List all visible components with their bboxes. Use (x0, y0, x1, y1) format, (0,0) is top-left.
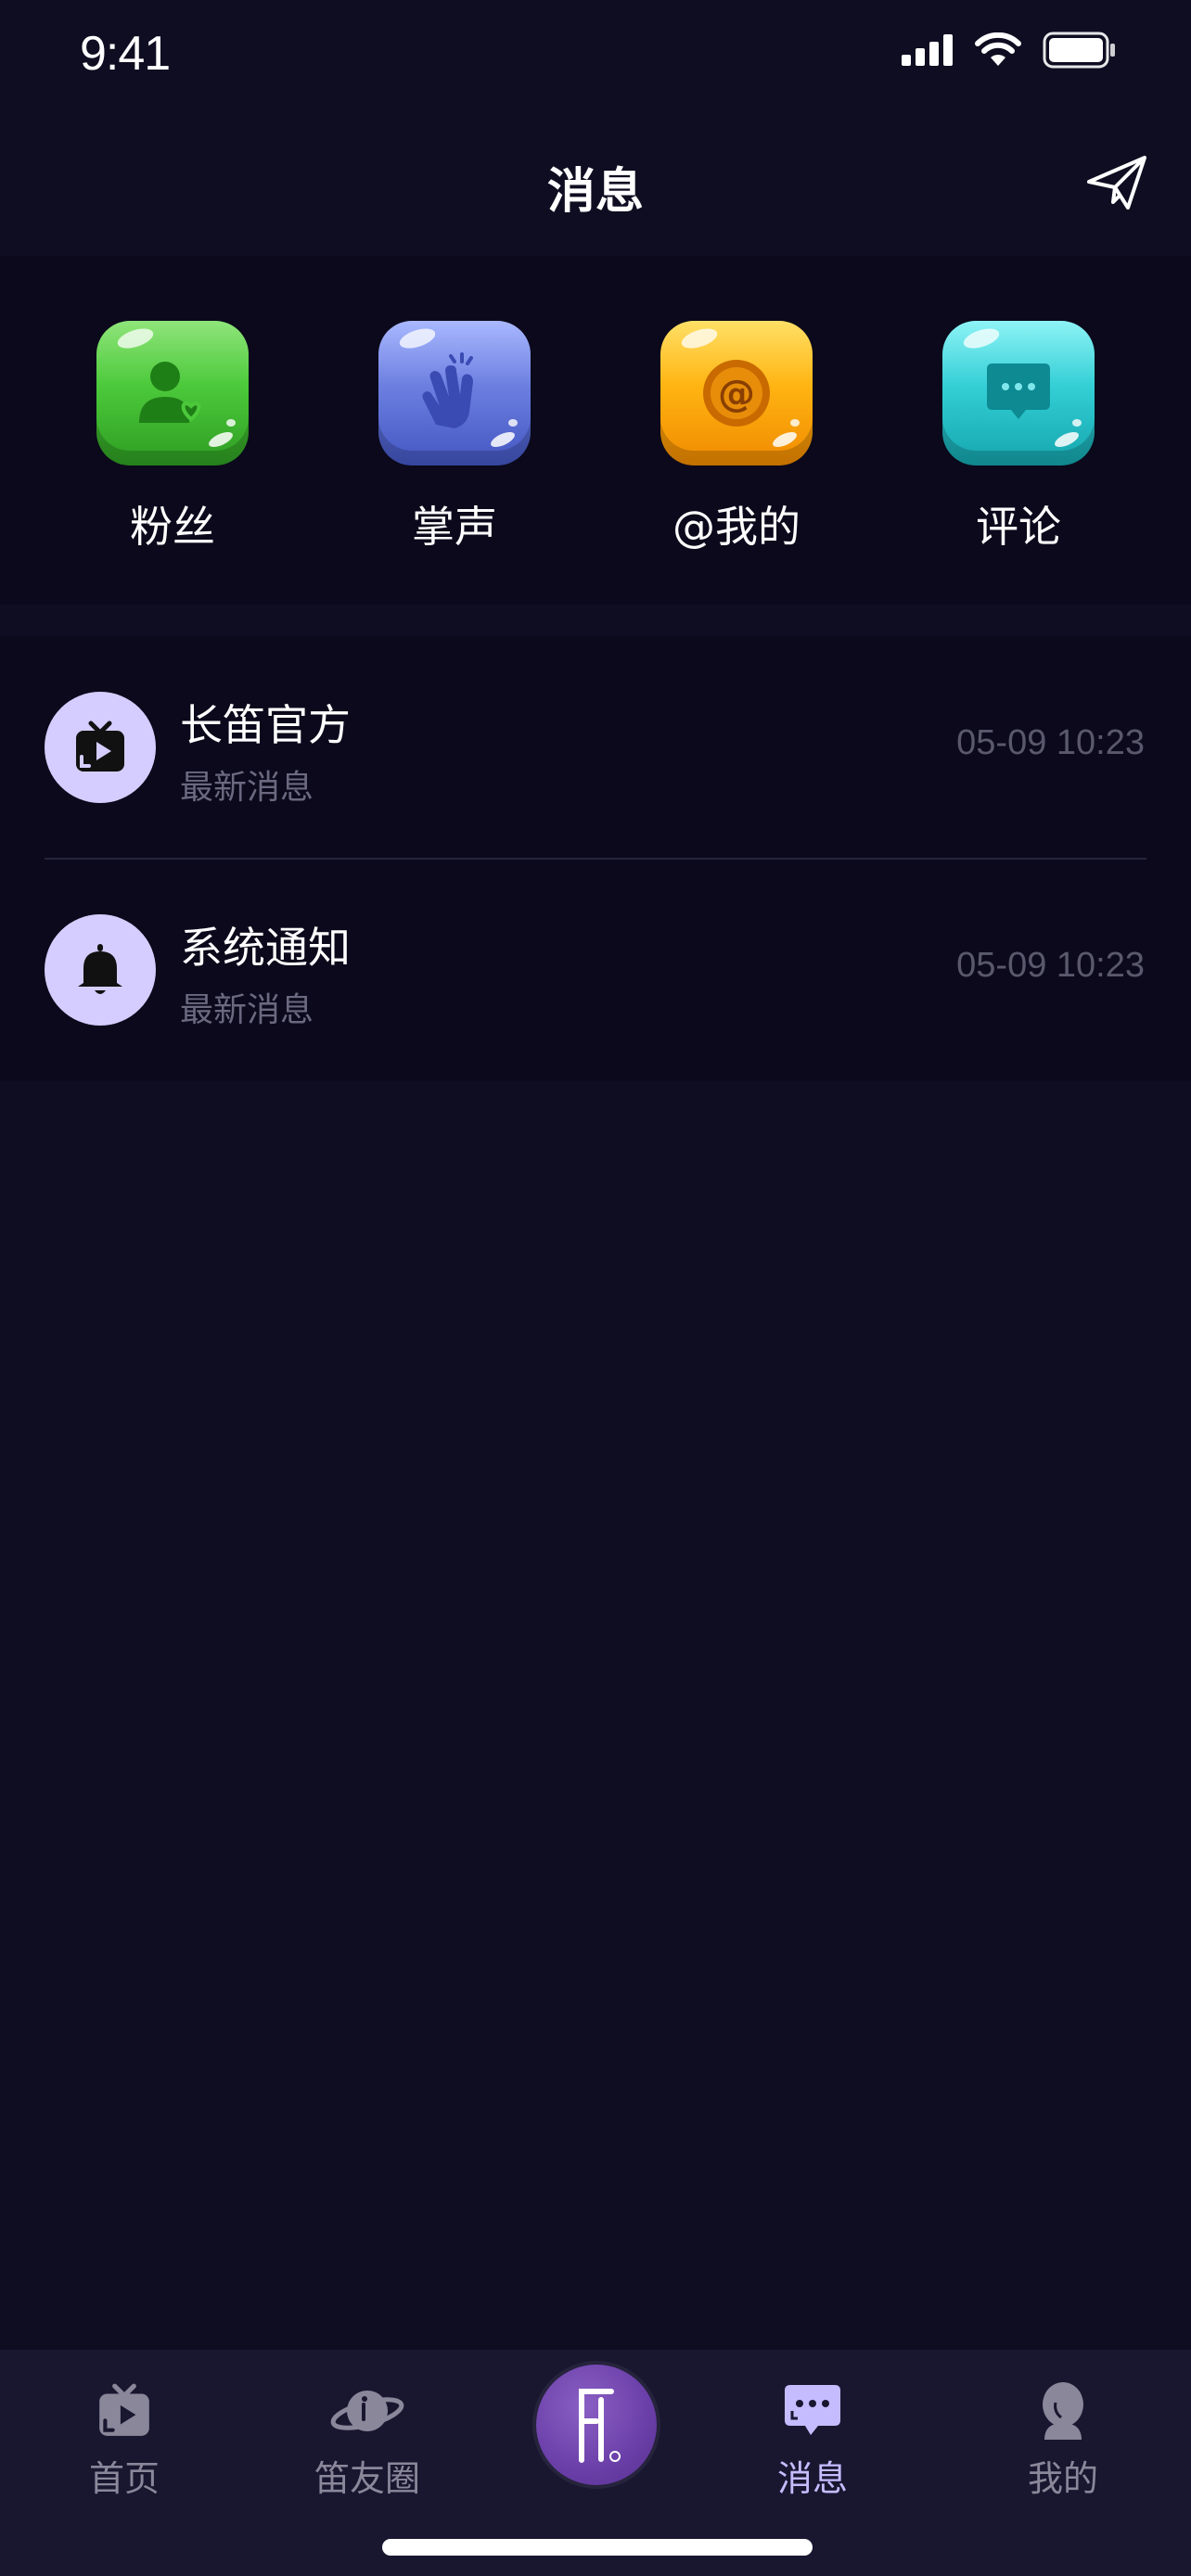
clap-icon (378, 321, 531, 465)
battery-icon (1043, 32, 1115, 69)
category-shortcuts: 粉丝 掌声 @ @我的 评论 (0, 256, 1191, 605)
tab-home[interactable]: 首页 (32, 2378, 217, 2501)
status-time: 9:41 (80, 27, 171, 81)
category-label: 粉丝 (130, 502, 215, 552)
category-label: 评论 (976, 502, 1061, 552)
list-item[interactable]: 系统通知 最新消息 05-09 10:23 (0, 859, 1191, 1081)
category-clap[interactable]: 掌声 (343, 321, 566, 555)
tv-icon (99, 2383, 149, 2436)
profile-icon (1043, 2382, 1083, 2440)
send-button[interactable] (1085, 150, 1148, 213)
message-time: 05-09 10:23 (956, 946, 1145, 985)
message-list: 长笛官方 最新消息 05-09 10:23 系统通知 最新消息 05-09 10… (0, 636, 1191, 1081)
comment-icon (942, 321, 1095, 465)
header: 消息 (0, 111, 1191, 256)
signal-icon (902, 34, 953, 66)
category-label: 掌声 (412, 502, 497, 552)
page-title: 消息 (546, 164, 644, 220)
message-subtitle: 最新消息 (180, 991, 314, 1029)
message-time: 05-09 10:23 (956, 723, 1145, 762)
tab-label: 我的 (1027, 2458, 1098, 2499)
center-action-button[interactable] (536, 2365, 657, 2485)
avatar (45, 914, 156, 1026)
category-label: @我的 (672, 502, 800, 552)
message-title: 系统通知 (180, 923, 351, 973)
message-subtitle: 最新消息 (180, 769, 314, 807)
home-indicator (382, 2539, 813, 2556)
list-item[interactable]: 长笛官方 最新消息 05-09 10:23 (0, 636, 1191, 860)
tab-messages[interactable]: 消息 (720, 2378, 905, 2501)
tab-label: 消息 (776, 2458, 848, 2499)
chat-bubble-icon (785, 2385, 840, 2435)
status-icons (902, 32, 1117, 69)
flute-logo-icon (579, 2389, 621, 2463)
fans-icon (96, 321, 249, 465)
message-title: 长笛官方 (180, 700, 351, 750)
wifi-icon (975, 32, 1021, 66)
bell-icon (78, 944, 122, 994)
planet-icon (330, 2391, 404, 2431)
category-comments[interactable]: 评论 (907, 321, 1130, 555)
status-bar: 9:41 (0, 0, 1191, 111)
avatar (45, 692, 156, 803)
tab-profile[interactable]: 我的 (970, 2378, 1156, 2501)
tab-label: 笛友圈 (314, 2458, 420, 2499)
svg-text:@: @ (718, 373, 755, 415)
paper-plane-icon (1087, 156, 1146, 210)
tab-label: 首页 (88, 2458, 160, 2499)
at-icon: @ (660, 321, 813, 465)
category-fans[interactable]: 粉丝 (61, 321, 284, 555)
category-mentions[interactable]: @ @我的 (625, 321, 848, 555)
tv-icon (76, 721, 124, 772)
tab-community[interactable]: 笛友圈 (275, 2378, 460, 2501)
